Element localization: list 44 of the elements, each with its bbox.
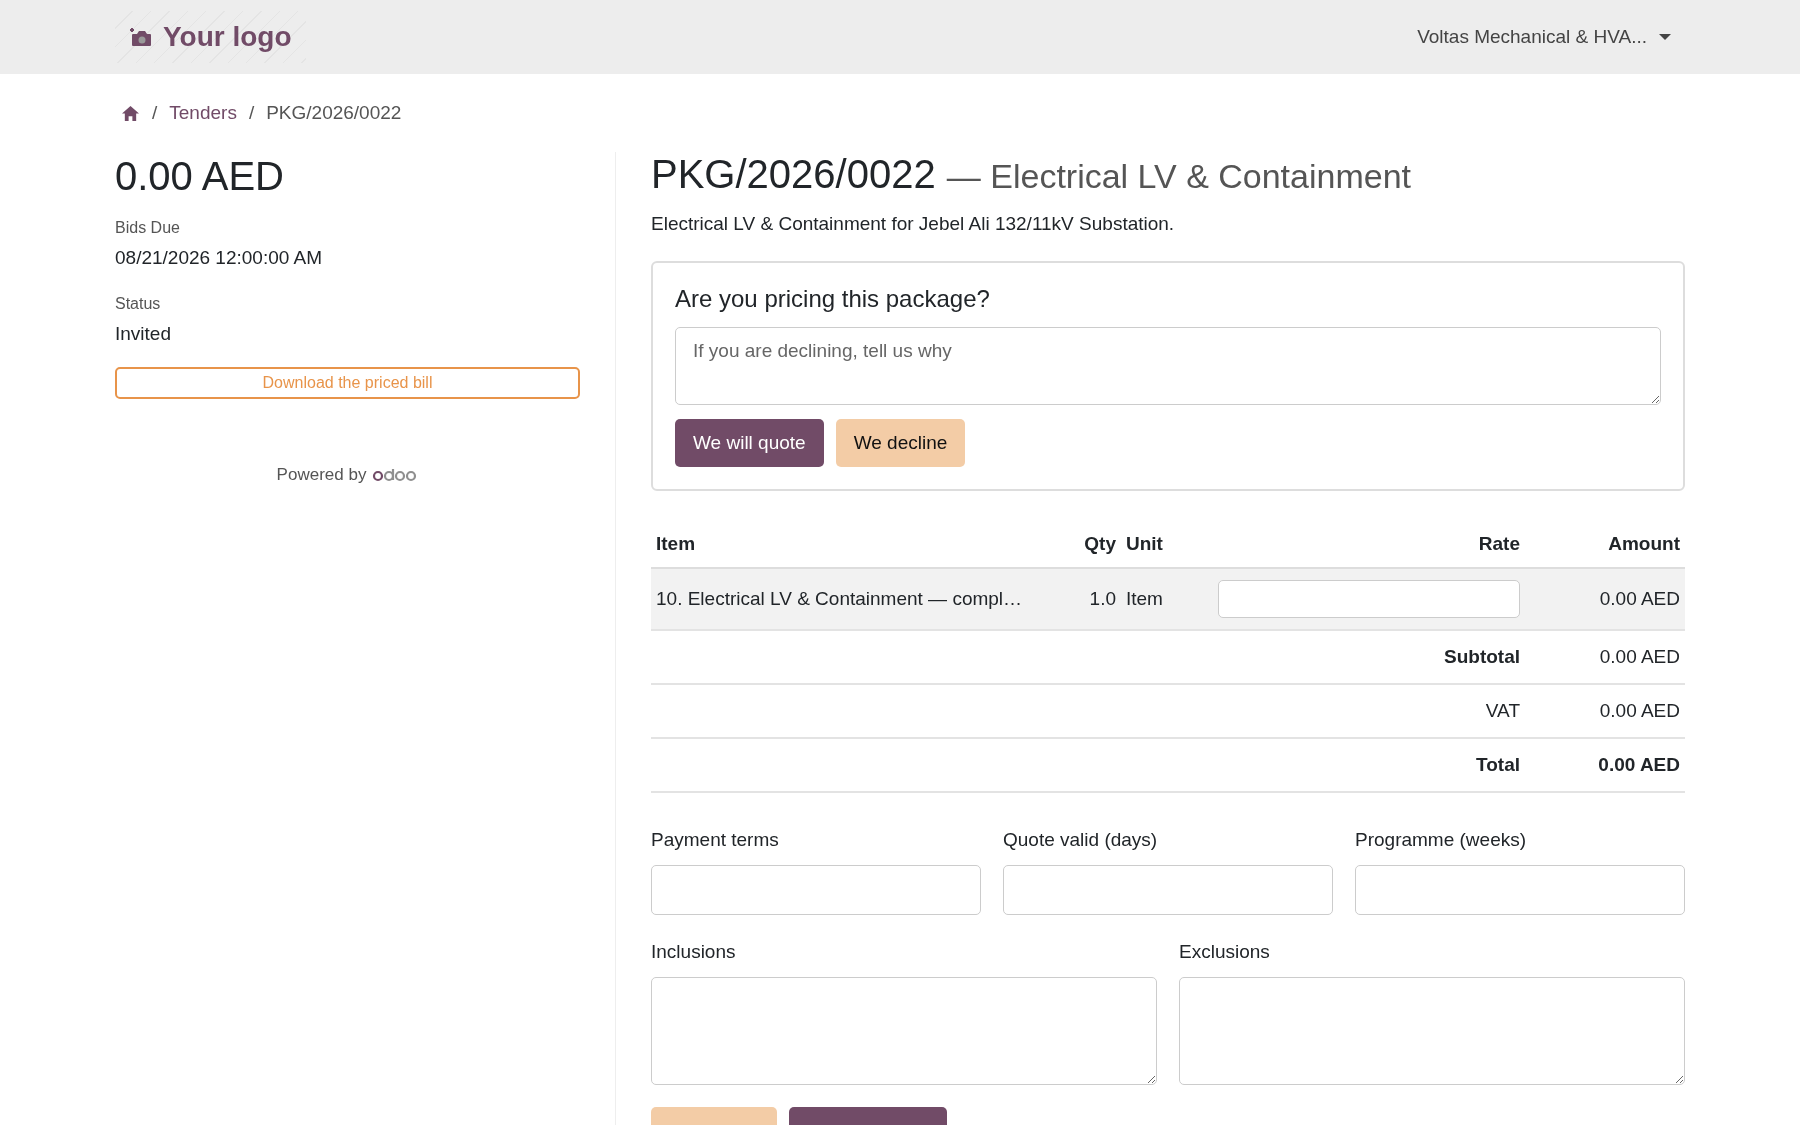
- table-cell: 0.00 AED: [1525, 568, 1685, 630]
- input-field[interactable]: [651, 865, 981, 915]
- rate-field[interactable]: [1218, 580, 1520, 618]
- field-label: Inclusions: [651, 941, 737, 963]
- total-value: 0.00 AED: [1525, 630, 1685, 684]
- text-area[interactable]: [651, 977, 1157, 1085]
- table-cell: 1.0: [1061, 568, 1121, 630]
- input-field[interactable]: [1003, 865, 1333, 915]
- field-label: Quote valid (days): [1003, 829, 1159, 851]
- field-value: 08/21/2026 12:00:00 AM: [115, 247, 324, 269]
- field-label: Status: [115, 295, 162, 313]
- breadcrumb-separator: /: [152, 102, 158, 124]
- home-icon[interactable]: [121, 104, 140, 122]
- field-value: Invited: [115, 323, 172, 345]
- decline-button[interactable]: We decline: [835, 419, 966, 467]
- total-label: Subtotal: [651, 630, 1525, 684]
- powered-by-text: Powered by: [276, 465, 367, 485]
- logo[interactable]: Your logo: [115, 11, 306, 63]
- breadcrumb-separator: /: [248, 102, 255, 124]
- total-amount: 0.00 AED: [115, 154, 285, 199]
- input-field[interactable]: [1355, 865, 1685, 915]
- breadcrumb-link[interactable]: Tenders: [169, 102, 237, 124]
- total-label: Total: [651, 738, 1525, 792]
- field-label: Programme (weeks): [1355, 829, 1528, 851]
- table-cell: Item: [1121, 568, 1174, 630]
- total-value: 0.00 AED: [1525, 684, 1685, 738]
- quote-button[interactable]: We will quote: [675, 419, 824, 467]
- reason-field[interactable]: If you are declining, tell us why: [675, 327, 1661, 405]
- tender-code: PKG/2026/0022: [651, 152, 936, 196]
- breadcrumb-current: PKG/2026/0022: [266, 102, 402, 124]
- field-label: Exclusions: [1179, 941, 1271, 963]
- total-value: 0.00 AED: [1525, 738, 1685, 792]
- card-heading: Are you pricing this package?: [675, 285, 991, 313]
- tender-description: Electrical LV & Containment for Jebel Ali 132/11kV Substation.: [651, 213, 1176, 235]
- caret-icon: [1659, 34, 1671, 40]
- total-label: VAT: [651, 684, 1525, 738]
- camera-icon: [129, 26, 153, 48]
- field-label: Bids Due: [115, 219, 181, 237]
- tender-title: — Electrical LV & Containment: [946, 157, 1412, 195]
- text-area[interactable]: [1179, 977, 1685, 1085]
- odoo-logo-icon[interactable]: [372, 468, 419, 482]
- table-cell: 10. Electrical LV & Containment — compl…: [651, 568, 1061, 630]
- company-dropdown[interactable]: Voltas Mechanical & HVA...: [1417, 26, 1685, 48]
- field-label: Payment terms: [651, 829, 780, 851]
